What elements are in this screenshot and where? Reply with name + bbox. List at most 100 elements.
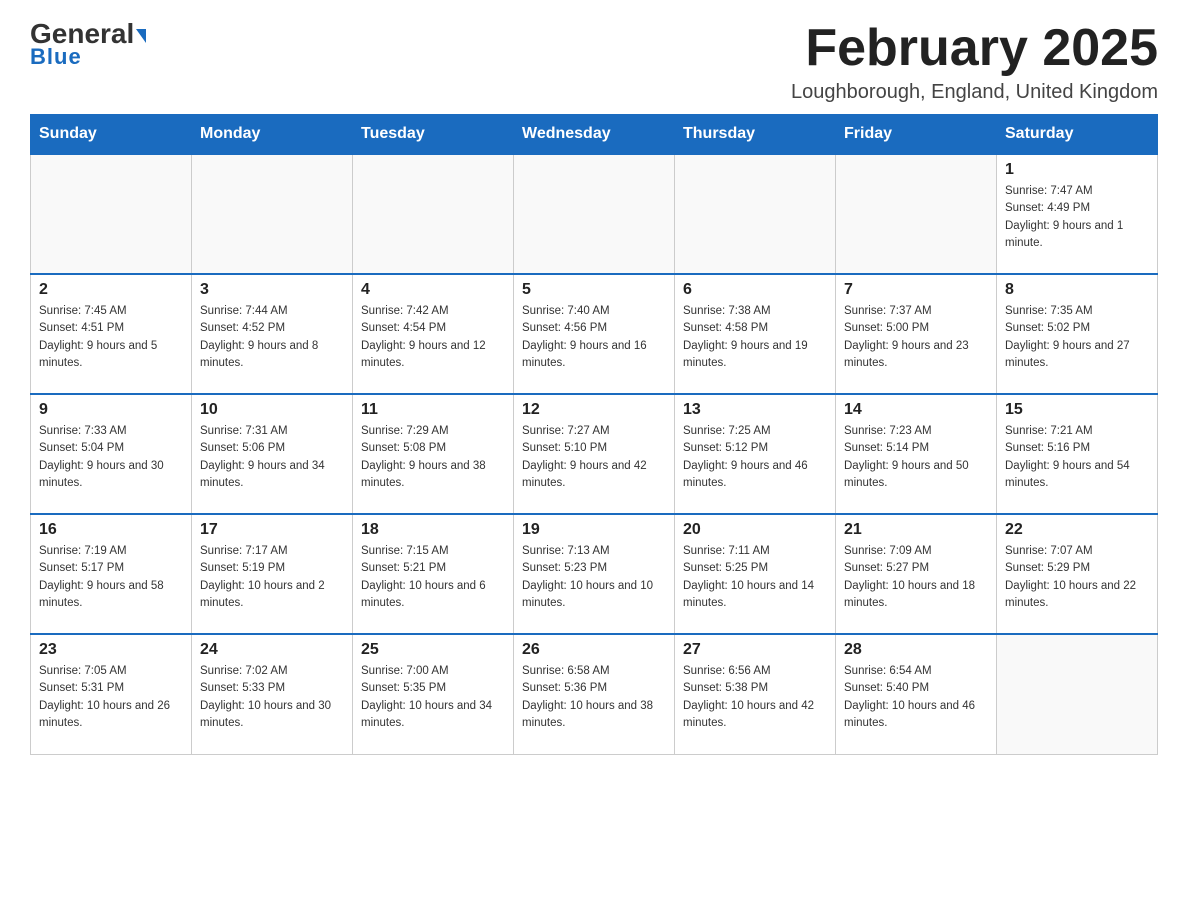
table-row <box>997 634 1158 754</box>
day-info: Sunrise: 7:11 AMSunset: 5:25 PMDaylight:… <box>683 543 827 612</box>
table-row: 15Sunrise: 7:21 AMSunset: 5:16 PMDayligh… <box>997 394 1158 514</box>
day-number: 3 <box>200 281 344 299</box>
table-row: 18 Sunrise: 7:15 AMSunset: 5:21 PMDayligh… <box>353 514 514 634</box>
day-number: 1 <box>1005 161 1149 179</box>
table-row: 27 Sunrise: 6:56 AMSunset: 5:38 PMDayligh… <box>675 634 836 754</box>
day-number: 12 <box>522 401 666 419</box>
day-number: 4 <box>361 281 505 299</box>
table-row: 9 Sunrise: 7:33 AMSunset: 5:04 PMDaylight… <box>31 394 192 514</box>
week-row-5: 23 Sunrise: 7:05 AMSunset: 5:31 PMDayligh… <box>31 634 1158 754</box>
table-row: 5Sunrise: 7:40 AMSunset: 4:56 PMDaylight… <box>514 274 675 394</box>
day-info: Sunrise: 7:19 AMSunset: 5:17 PMDaylight:… <box>39 543 183 612</box>
table-row: 25 Sunrise: 7:00 AMSunset: 5:35 PMDayligh… <box>353 634 514 754</box>
table-row: 2Sunrise: 7:45 AMSunset: 4:51 PMDaylight… <box>31 274 192 394</box>
month-title: February 2025 <box>791 20 1158 77</box>
table-row: 12Sunrise: 7:27 AMSunset: 5:10 PMDayligh… <box>514 394 675 514</box>
table-row: 4 Sunrise: 7:42 AMSunset: 4:54 PMDaylight… <box>353 274 514 394</box>
day-number: 9 <box>39 401 183 419</box>
day-info: Sunrise: 7:45 AMSunset: 4:51 PMDaylight:… <box>39 303 183 372</box>
table-row <box>353 154 514 274</box>
day-number: 19 <box>522 521 666 539</box>
day-info: Sunrise: 7:33 AMSunset: 5:04 PMDaylight:… <box>39 423 183 492</box>
day-info: Sunrise: 7:02 AMSunset: 5:33 PMDaylight:… <box>200 663 344 732</box>
day-info: Sunrise: 7:07 AMSunset: 5:29 PMDaylight:… <box>1005 543 1149 612</box>
table-row <box>514 154 675 274</box>
week-row-1: 1 Sunrise: 7:47 AMSunset: 4:49 PMDaylight… <box>31 154 1158 274</box>
table-row: 28 Sunrise: 6:54 AMSunset: 5:40 PMDayligh… <box>836 634 997 754</box>
logo-text-blue: Blue <box>30 44 82 70</box>
table-row <box>836 154 997 274</box>
day-info: Sunrise: 7:05 AMSunset: 5:31 PMDaylight:… <box>39 663 183 732</box>
day-number: 21 <box>844 521 988 539</box>
table-row <box>675 154 836 274</box>
day-number: 7 <box>844 281 988 299</box>
day-number: 8 <box>1005 281 1149 299</box>
table-row: 14 Sunrise: 7:23 AMSunset: 5:14 PMDayligh… <box>836 394 997 514</box>
day-info: Sunrise: 7:37 AMSunset: 5:00 PMDaylight:… <box>844 303 988 372</box>
table-row: 13 Sunrise: 7:25 AMSunset: 5:12 PMDayligh… <box>675 394 836 514</box>
day-info: Sunrise: 7:17 AMSunset: 5:19 PMDaylight:… <box>200 543 344 612</box>
day-info: Sunrise: 7:25 AMSunset: 5:12 PMDaylight:… <box>683 423 827 492</box>
page-header: General Blue February 2025 Loughborough,… <box>30 20 1158 104</box>
day-info: Sunrise: 6:56 AMSunset: 5:38 PMDaylight:… <box>683 663 827 732</box>
day-info: Sunrise: 7:42 AMSunset: 4:54 PMDaylight:… <box>361 303 505 372</box>
table-row: 20 Sunrise: 7:11 AMSunset: 5:25 PMDayligh… <box>675 514 836 634</box>
day-info: Sunrise: 7:31 AMSunset: 5:06 PMDaylight:… <box>200 423 344 492</box>
table-row <box>192 154 353 274</box>
day-info: Sunrise: 7:13 AMSunset: 5:23 PMDaylight:… <box>522 543 666 612</box>
table-row: 7 Sunrise: 7:37 AMSunset: 5:00 PMDaylight… <box>836 274 997 394</box>
day-info: Sunrise: 7:00 AMSunset: 5:35 PMDaylight:… <box>361 663 505 732</box>
day-number: 14 <box>844 401 988 419</box>
weekday-header-row: Sunday Monday Tuesday Wednesday Thursday… <box>31 115 1158 155</box>
day-number: 25 <box>361 641 505 659</box>
day-number: 22 <box>1005 521 1149 539</box>
day-info: Sunrise: 7:38 AMSunset: 4:58 PMDaylight:… <box>683 303 827 372</box>
day-info: Sunrise: 6:54 AMSunset: 5:40 PMDaylight:… <box>844 663 988 732</box>
week-row-4: 16 Sunrise: 7:19 AMSunset: 5:17 PMDayligh… <box>31 514 1158 634</box>
day-info: Sunrise: 7:47 AMSunset: 4:49 PMDaylight:… <box>1005 183 1149 252</box>
table-row: 21 Sunrise: 7:09 AMSunset: 5:27 PMDayligh… <box>836 514 997 634</box>
table-row <box>31 154 192 274</box>
day-number: 27 <box>683 641 827 659</box>
logo: General Blue <box>30 20 146 70</box>
header-thursday: Thursday <box>675 115 836 155</box>
day-info: Sunrise: 7:23 AMSunset: 5:14 PMDaylight:… <box>844 423 988 492</box>
table-row: 3Sunrise: 7:44 AMSunset: 4:52 PMDaylight… <box>192 274 353 394</box>
day-number: 15 <box>1005 401 1149 419</box>
day-number: 28 <box>844 641 988 659</box>
day-info: Sunrise: 7:29 AMSunset: 5:08 PMDaylight:… <box>361 423 505 492</box>
location-text: Loughborough, England, United Kingdom <box>791 81 1158 104</box>
table-row: 17 Sunrise: 7:17 AMSunset: 5:19 PMDayligh… <box>192 514 353 634</box>
table-row: 16 Sunrise: 7:19 AMSunset: 5:17 PMDayligh… <box>31 514 192 634</box>
day-number: 13 <box>683 401 827 419</box>
day-number: 6 <box>683 281 827 299</box>
table-row: 22 Sunrise: 7:07 AMSunset: 5:29 PMDayligh… <box>997 514 1158 634</box>
day-number: 11 <box>361 401 505 419</box>
day-info: Sunrise: 7:40 AMSunset: 4:56 PMDaylight:… <box>522 303 666 372</box>
day-number: 17 <box>200 521 344 539</box>
day-number: 16 <box>39 521 183 539</box>
day-number: 24 <box>200 641 344 659</box>
day-info: Sunrise: 7:15 AMSunset: 5:21 PMDaylight:… <box>361 543 505 612</box>
header-saturday: Saturday <box>997 115 1158 155</box>
calendar-table: Sunday Monday Tuesday Wednesday Thursday… <box>30 114 1158 755</box>
header-sunday: Sunday <box>31 115 192 155</box>
day-number: 20 <box>683 521 827 539</box>
title-block: February 2025 Loughborough, England, Uni… <box>791 20 1158 104</box>
table-row: 6 Sunrise: 7:38 AMSunset: 4:58 PMDaylight… <box>675 274 836 394</box>
week-row-2: 2Sunrise: 7:45 AMSunset: 4:51 PMDaylight… <box>31 274 1158 394</box>
table-row: 23 Sunrise: 7:05 AMSunset: 5:31 PMDayligh… <box>31 634 192 754</box>
day-info: Sunrise: 7:35 AMSunset: 5:02 PMDaylight:… <box>1005 303 1149 372</box>
week-row-3: 9 Sunrise: 7:33 AMSunset: 5:04 PMDaylight… <box>31 394 1158 514</box>
day-number: 10 <box>200 401 344 419</box>
day-number: 18 <box>361 521 505 539</box>
day-info: Sunrise: 7:09 AMSunset: 5:27 PMDaylight:… <box>844 543 988 612</box>
day-info: Sunrise: 6:58 AMSunset: 5:36 PMDaylight:… <box>522 663 666 732</box>
table-row: 10 Sunrise: 7:31 AMSunset: 5:06 PMDayligh… <box>192 394 353 514</box>
table-row: 19 Sunrise: 7:13 AMSunset: 5:23 PMDayligh… <box>514 514 675 634</box>
table-row: 11 Sunrise: 7:29 AMSunset: 5:08 PMDayligh… <box>353 394 514 514</box>
day-number: 26 <box>522 641 666 659</box>
table-row: 26 Sunrise: 6:58 AMSunset: 5:36 PMDayligh… <box>514 634 675 754</box>
table-row: 24 Sunrise: 7:02 AMSunset: 5:33 PMDayligh… <box>192 634 353 754</box>
day-number: 23 <box>39 641 183 659</box>
